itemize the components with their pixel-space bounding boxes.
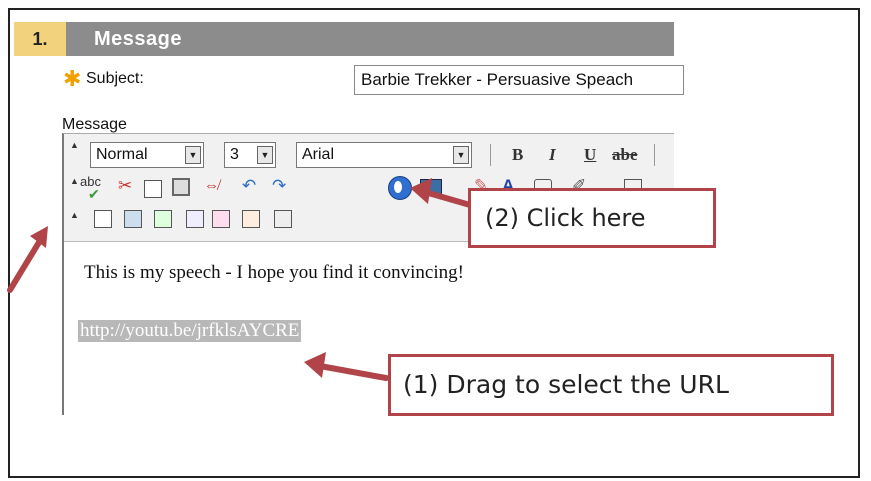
click-arrow-icon (410, 178, 473, 208)
left-arrow-icon (7, 226, 48, 293)
callout-drag-select: (1) Drag to select the URL (388, 354, 834, 416)
callout-click-here: (2) Click here (468, 188, 716, 248)
drag-arrow-icon (304, 352, 389, 381)
